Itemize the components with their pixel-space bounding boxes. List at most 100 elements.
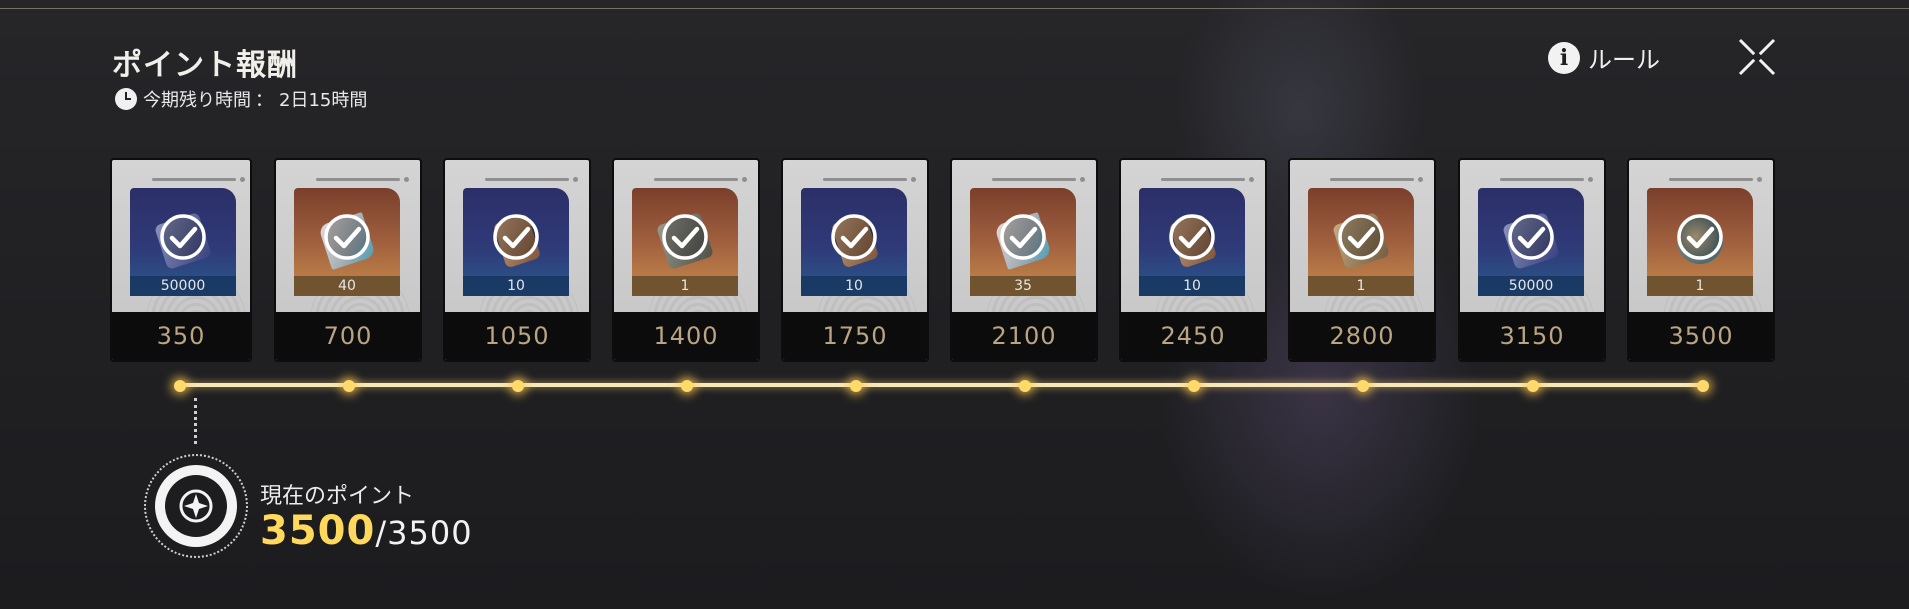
reward-points: 2800 xyxy=(1290,312,1434,360)
reward-item: 40 xyxy=(294,188,400,296)
progress-node xyxy=(1697,380,1709,392)
points-medal xyxy=(144,454,248,558)
info-icon: i xyxy=(1548,41,1580,74)
claimed-check-icon xyxy=(660,212,710,262)
claimed-check-icon xyxy=(322,212,372,262)
claimed-check-icon xyxy=(829,212,879,262)
period-timer: 今期残り時間 ： 2日15時間 xyxy=(115,86,367,112)
reward-points: 1750 xyxy=(783,312,927,360)
reward-card[interactable]: 1 1400 xyxy=(612,158,760,362)
card-top-dot xyxy=(1757,177,1762,182)
claimed-check-icon xyxy=(998,212,1048,262)
reward-card[interactable]: 10 1050 xyxy=(443,158,591,362)
progress-node xyxy=(343,380,355,392)
claimed-check-icon xyxy=(1336,212,1386,262)
reward-points: 350 xyxy=(112,312,250,360)
claimed-check-icon xyxy=(1675,212,1725,262)
current-points-label: 現在のポイント xyxy=(260,484,415,509)
reward-card[interactable]: 40 700 xyxy=(274,158,422,362)
rules-label: ルール xyxy=(1588,46,1660,74)
reward-card[interactable]: 50000 3150 xyxy=(1458,158,1606,362)
card-top-bar xyxy=(485,178,569,181)
reward-quantity: 10 xyxy=(463,276,569,296)
timer-separator: ： xyxy=(255,90,273,111)
top-border-line xyxy=(0,8,1909,9)
reward-item: 10 xyxy=(1139,188,1245,296)
reward-quantity: 1 xyxy=(1647,276,1753,296)
card-top-bar xyxy=(316,178,400,181)
reward-quantity: 10 xyxy=(801,276,907,296)
reward-quantity: 40 xyxy=(294,276,400,296)
close-icon xyxy=(1738,38,1776,76)
card-top-bar xyxy=(1161,178,1245,181)
card-top-bar xyxy=(1669,178,1753,181)
reward-points: 2100 xyxy=(952,312,1096,360)
current-points: 3500 xyxy=(260,508,376,554)
reward-card[interactable]: 35 2100 xyxy=(950,158,1098,362)
total-points: /3500 xyxy=(375,514,473,552)
reward-quantity: 50000 xyxy=(130,276,236,296)
timer-value: 2日15時間 xyxy=(279,90,368,111)
reward-card[interactable]: 10 2450 xyxy=(1119,158,1267,362)
reward-quantity: 50000 xyxy=(1478,276,1584,296)
timer-label: 今期残り時間 xyxy=(143,90,251,111)
card-top-dot xyxy=(573,177,578,182)
reward-item: 50000 xyxy=(1478,188,1584,296)
card-top-bar xyxy=(1500,178,1584,181)
clock-icon xyxy=(115,88,137,110)
card-top-bar xyxy=(823,178,907,181)
current-points-value: 3500/3500 xyxy=(260,508,473,554)
reward-points: 3150 xyxy=(1460,312,1604,360)
reward-quantity: 35 xyxy=(970,276,1076,296)
reward-item: 1 xyxy=(1647,188,1753,296)
reward-points: 3500 xyxy=(1629,312,1773,360)
progress-node xyxy=(681,380,693,392)
reward-item: 10 xyxy=(463,188,569,296)
page-title: ポイント報酬 xyxy=(112,48,298,83)
rules-button[interactable]: i ルール xyxy=(1548,40,1660,75)
card-top-dot xyxy=(240,177,245,182)
card-top-bar xyxy=(654,178,738,181)
card-top-dot xyxy=(404,177,409,182)
progress-node xyxy=(1357,380,1369,392)
card-top-dot xyxy=(911,177,916,182)
progress-node xyxy=(1019,380,1031,392)
card-top-dot xyxy=(742,177,747,182)
card-top-bar xyxy=(1330,178,1414,181)
progress-track xyxy=(180,383,1703,387)
reward-points: 1050 xyxy=(445,312,589,360)
reward-card[interactable]: 50000 350 xyxy=(110,158,252,362)
claimed-check-icon xyxy=(1506,212,1556,262)
reward-item: 50000 xyxy=(130,188,236,296)
card-top-bar xyxy=(992,178,1076,181)
reward-item: 1 xyxy=(632,188,738,296)
card-top-dot xyxy=(1418,177,1423,182)
close-button[interactable] xyxy=(1736,36,1778,78)
reward-points: 700 xyxy=(276,312,420,360)
claimed-check-icon xyxy=(1167,212,1217,262)
progress-node xyxy=(512,380,524,392)
card-top-dot xyxy=(1588,177,1593,182)
card-top-bar xyxy=(152,178,236,181)
reward-item: 35 xyxy=(970,188,1076,296)
claimed-check-icon xyxy=(491,212,541,262)
reward-quantity: 10 xyxy=(1139,276,1245,296)
reward-card[interactable]: 10 1750 xyxy=(781,158,929,362)
reward-card[interactable]: 1 2800 xyxy=(1288,158,1436,362)
progress-node xyxy=(1527,380,1539,392)
reward-quantity: 1 xyxy=(632,276,738,296)
reward-item: 1 xyxy=(1308,188,1414,296)
reward-card[interactable]: 1 3500 xyxy=(1627,158,1775,362)
reward-quantity: 1 xyxy=(1308,276,1414,296)
progress-node xyxy=(174,380,186,392)
reward-points: 2450 xyxy=(1121,312,1265,360)
reward-points: 1400 xyxy=(614,312,758,360)
reward-item: 10 xyxy=(801,188,907,296)
claimed-check-icon xyxy=(158,212,208,262)
card-top-dot xyxy=(1080,177,1085,182)
progress-node xyxy=(1188,380,1200,392)
progress-pointer xyxy=(194,398,197,444)
card-top-dot xyxy=(1249,177,1254,182)
compass-emblem-icon xyxy=(179,489,213,523)
progress-node xyxy=(850,380,862,392)
